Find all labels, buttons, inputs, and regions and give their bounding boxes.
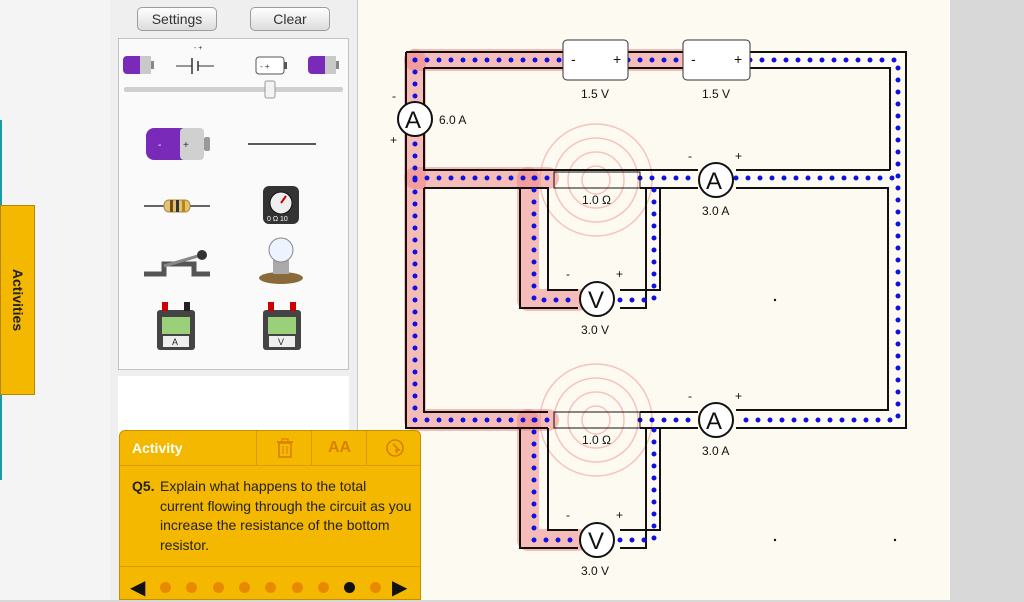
text-size-button[interactable]: AA [311, 431, 367, 465]
page-dot[interactable] [370, 582, 382, 593]
activities-tab-label: Activities [9, 268, 26, 332]
svg-text:-: - [566, 267, 570, 281]
battery-symbol-icon: - + [176, 45, 214, 74]
light-bulb-icon[interactable] [259, 237, 303, 284]
activity-pagination: ◀ ▶ [120, 566, 420, 602]
svg-text:V: V [588, 528, 604, 555]
svg-text:A: A [706, 408, 722, 435]
page-dot[interactable] [317, 582, 329, 593]
svg-text:-: - [688, 389, 692, 403]
resistor-bottom-label: 1.0 Ω [582, 433, 611, 447]
prev-arrow-icon[interactable]: ◀ [130, 575, 145, 600]
voltmeter-component-icon[interactable]: V [263, 302, 301, 350]
battery-2[interactable]: - + 1.5 V [682, 39, 751, 101]
page-dot[interactable] [212, 582, 224, 593]
ammeter-bottom-branch[interactable]: A 3.0 A - + [688, 389, 742, 458]
ammeter-main-reading: 6.0 A [439, 113, 466, 127]
current-flow-dots [412, 57, 901, 543]
ammeter-top-reading: 3.0 A [702, 204, 729, 218]
next-arrow-icon[interactable]: ▶ [392, 575, 407, 600]
svg-text:V: V [588, 287, 604, 314]
question-text: Explain what happens to the total curren… [160, 478, 412, 553]
svg-text:- +: - + [194, 45, 202, 52]
battery-icon-right [308, 56, 339, 74]
variable-resistor-icon[interactable]: 0 Ω 10 [263, 186, 299, 224]
switch-component-icon[interactable] [144, 250, 210, 277]
activities-tab[interactable]: Activities [0, 205, 35, 395]
activity-question: Q5. Explain what happens to the total cu… [132, 477, 412, 555]
battery-1[interactable]: - + 1.5 V [562, 39, 629, 101]
page-dot[interactable] [160, 582, 171, 593]
svg-text:V: V [278, 337, 284, 347]
ammeter-main[interactable]: A 6.0 A - + [390, 89, 466, 147]
page-dot[interactable] [265, 582, 277, 593]
page-dot[interactable] [238, 582, 250, 593]
svg-text:+: + [613, 51, 621, 67]
activity-panel: Activity AA Q5. Explain what happens to … [119, 430, 421, 600]
svg-text:A: A [706, 168, 722, 195]
resistor-top[interactable]: 1.0 Ω [553, 171, 641, 207]
battery-component-icon[interactable]: + - [146, 128, 210, 160]
svg-text:A: A [405, 107, 421, 134]
svg-text:A: A [172, 337, 178, 347]
palette-graphics: - + - + + - 0 Ω 10 A V [123, 45, 343, 350]
right-margin [950, 0, 1024, 600]
palette-spacer [118, 376, 349, 436]
ammeter-component-icon[interactable]: A [157, 302, 195, 350]
resistor-bottom[interactable]: 1.0 Ω [553, 411, 641, 447]
activity-title: Activity [132, 440, 183, 456]
svg-text:+: + [616, 267, 623, 281]
settings-button[interactable]: Settings [137, 7, 217, 31]
svg-text:0 Ω 10: 0 Ω 10 [267, 216, 288, 223]
svg-text:-: - [158, 140, 161, 151]
clear-button[interactable]: Clear [250, 7, 330, 31]
svg-text:+: + [183, 140, 189, 151]
svg-text:+: + [616, 508, 623, 522]
svg-text:+: + [735, 149, 742, 163]
question-number: Q5. [132, 478, 155, 494]
ammeter-bottom-reading: 3.0 A [702, 444, 729, 458]
page-dot[interactable] [186, 582, 198, 593]
voltage-slider-track[interactable] [124, 87, 343, 92]
svg-text:+: + [735, 389, 742, 403]
svg-text:- +: - + [260, 62, 270, 71]
svg-text:+: + [734, 51, 742, 67]
battery-icon-left [123, 56, 154, 74]
voltage-slider-handle[interactable] [264, 80, 276, 99]
trash-icon[interactable] [256, 431, 312, 465]
resistor-top-label: 1.0 Ω [582, 193, 611, 207]
voltmeter-bottom-reading: 3.0 V [581, 564, 609, 578]
svg-text:-: - [392, 89, 396, 103]
battery-1-label: 1.5 V [581, 87, 609, 101]
svg-text:-: - [691, 51, 696, 67]
svg-text:-: - [571, 51, 576, 67]
page-dot[interactable] [291, 582, 303, 593]
resistor-component-icon[interactable] [144, 199, 210, 213]
svg-text:-: - [566, 508, 570, 522]
circuit-wires [405, 51, 907, 549]
pointer-icon[interactable] [366, 431, 422, 465]
ammeter-top-branch[interactable]: A 3.0 A - + [688, 149, 742, 218]
voltmeter-top-reading: 3.0 V [581, 323, 609, 337]
battery-2-label: 1.5 V [702, 87, 730, 101]
circuit-diagram[interactable]: - + 1.5 V - + 1.5 V A 6.0 A - + A 3.0 A … [358, 0, 950, 600]
battery-outline-icon: - + [255, 56, 287, 75]
svg-text:-: - [688, 149, 692, 163]
page-dot[interactable] [344, 582, 356, 593]
svg-text:+: + [390, 133, 397, 147]
activity-header: Activity AA [120, 431, 420, 466]
